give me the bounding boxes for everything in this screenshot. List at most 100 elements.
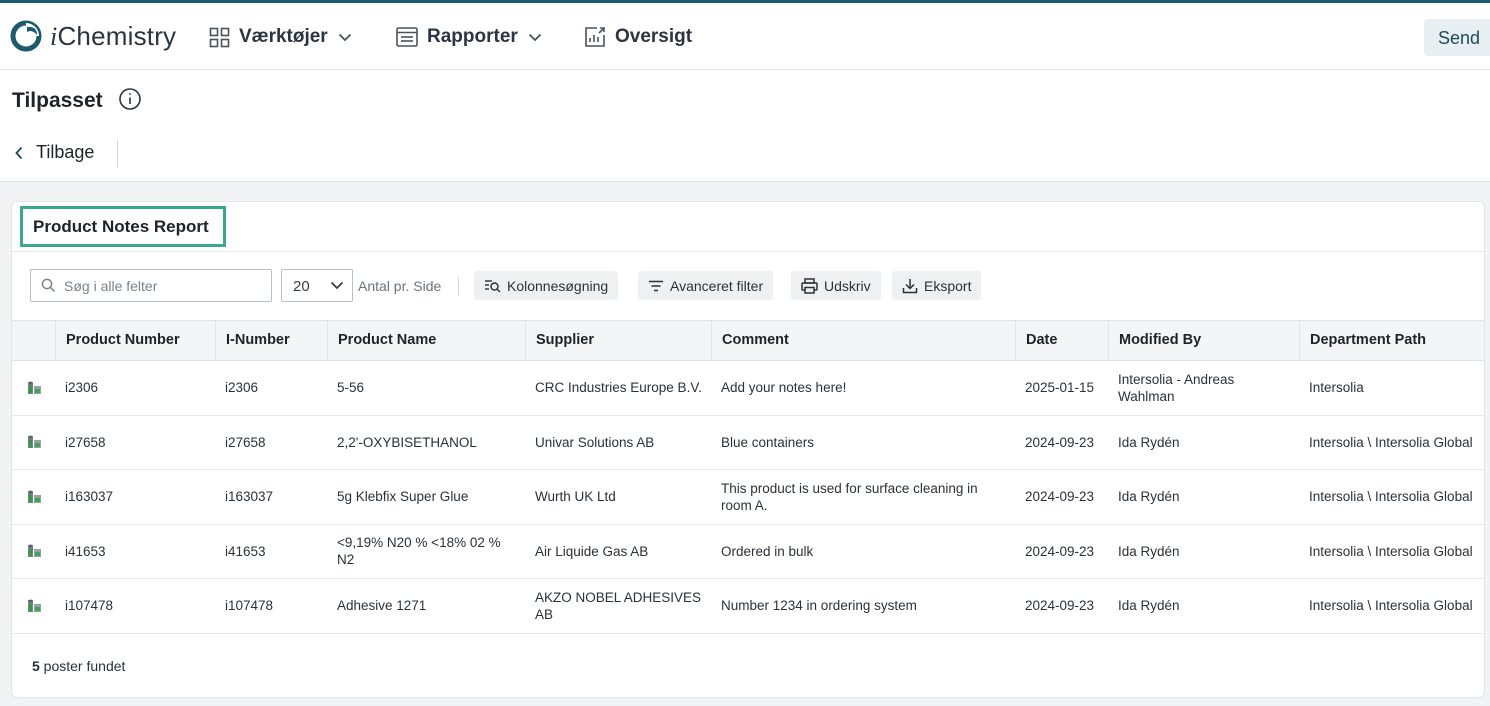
cell-date: 2024-09-23 [1025,489,1095,505]
nav-tools[interactable]: Værktøjer [209,23,352,51]
product-sheet-icon[interactable] [12,470,56,524]
header-comment[interactable]: Comment [712,321,1016,360]
cell-supplier: Air Liquide Gas AB [535,543,649,559]
header-department-path[interactable]: Department Path [1300,321,1484,360]
cell-product-name: 5-56 [337,380,365,396]
cell-comment: This product is used for surface cleanin… [721,480,978,513]
app-name: iChemistry [50,20,177,51]
page-size-select[interactable]: 20 [281,269,353,302]
back-label: Tilbage [36,142,95,162]
cell-i-number: i2306 [225,380,259,396]
cell-i-number: i41653 [225,543,266,559]
cell-department-path: Intersolia \ Intersolia Global [1309,543,1473,559]
cell-product-number: i107478 [65,598,114,614]
report-table: Product Number I-Number Product Name Sup… [12,320,1484,634]
cell-date: 2025-01-15 [1025,380,1095,396]
product-sheet-icon[interactable] [12,525,56,579]
divider [458,277,459,295]
table-row[interactable]: i107478 i107478 Adhesive 1271 AKZO NOBEL… [12,579,1484,634]
cell-i-number: i27658 [225,434,266,450]
cell-supplier: CRC Industries Europe B.V. [535,380,702,396]
search-input[interactable]: Søg i alle felter [30,269,272,302]
report-title: Product Notes Report [20,206,226,247]
header-i-number[interactable]: I-Number [216,321,328,360]
nav-tools-label: Værktøjer [239,26,328,47]
search-icon [41,278,56,293]
download-icon [902,278,918,293]
cell-supplier: AKZO NOBEL ADHESIVES AB [535,589,702,622]
ichemistry-logo-icon [10,20,42,52]
cell-product-number: i27658 [65,434,106,450]
header-supplier[interactable]: Supplier [526,321,712,360]
column-search-label: Kolonnesøgning [507,277,609,294]
product-sheet-icon[interactable] [12,361,56,415]
per-page-label: Antal pr. Side [358,278,442,294]
cell-product-name: Adhesive 1271 [337,598,427,614]
header-product-name[interactable]: Product Name [328,321,526,360]
page-header: Tilpasset Tilbage [0,71,1490,182]
filter-icon [649,280,663,291]
chevron-down-icon [338,33,351,41]
table-row[interactable]: i163037 i163037 5g Klebfix Super Glue Wu… [12,470,1484,525]
column-search-icon [485,279,501,292]
table-row[interactable]: i2306 i2306 5-56 CRC Industries Europe B… [12,361,1484,416]
chevron-down-icon [330,281,344,290]
cell-modified-by: Ida Rydén [1118,543,1180,559]
search-placeholder: Søg i alle felter [64,277,158,294]
records-found-count: 5 poster fundet [32,658,125,674]
print-label: Udskriv [824,277,871,294]
cell-department-path: Intersolia \ Intersolia Global [1309,434,1473,450]
cell-modified-by: Ida Rydén [1118,489,1180,505]
report-card: Product Notes Report Søg i alle felter 2… [11,201,1485,698]
cell-department-path: Intersolia \ Intersolia Global [1309,489,1473,505]
nav-overview[interactable]: Oversigt [584,23,692,51]
chevron-down-icon [528,33,541,41]
app-logo[interactable]: iChemistry [10,19,176,53]
cell-product-name: 2,2'-OXYBISETHANOL [337,434,477,450]
cell-date: 2024-09-23 [1025,598,1095,614]
cell-comment: Number 1234 in ordering system [721,598,917,614]
nav-reports[interactable]: Rapporter [396,23,542,51]
back-link[interactable]: Tilbage [14,142,94,163]
nav-reports-label: Rapporter [427,26,518,47]
cell-date: 2024-09-23 [1025,434,1095,450]
export-button[interactable]: Eksport [892,271,982,300]
export-label: Eksport [924,277,972,294]
report-icon [396,27,418,47]
cell-comment: Blue containers [721,434,815,450]
cell-modified-by: Intersolia - Andreas Wahlman [1118,371,1235,404]
advanced-filter-button[interactable]: Avanceret filter [638,271,774,300]
printer-icon [801,277,818,294]
top-navigation-bar: iChemistry Værktøjer Rapporter Oversigt … [0,3,1490,70]
divider [12,251,1484,252]
cell-product-number: i41653 [65,543,106,559]
cell-department-path: Intersolia \ Intersolia Global [1309,598,1473,614]
grid-icon [209,27,230,47]
cell-product-name: <9,19% N20 % <18% 02 % N2 [337,535,501,568]
chevron-left-icon [15,146,23,159]
cell-i-number: i163037 [225,489,274,505]
cell-supplier: Univar Solutions AB [535,434,655,450]
cell-comment: Add your notes here! [721,380,847,396]
header-date[interactable]: Date [1016,321,1109,360]
product-sheet-icon[interactable] [12,416,56,470]
cell-product-number: i163037 [65,489,114,505]
page-title: Tilpasset [12,89,103,112]
cell-supplier: Wurth UK Ltd [535,489,616,505]
product-sheet-icon[interactable] [12,579,56,633]
page-size-value: 20 [293,278,310,295]
cell-comment: Ordered in bulk [721,543,814,559]
header-product-number[interactable]: Product Number [56,321,216,360]
cell-i-number: i107478 [225,598,274,614]
nav-overview-label: Oversigt [615,26,693,47]
column-search-button[interactable]: Kolonnesøgning [474,271,619,300]
cell-modified-by: Ida Rydén [1118,434,1180,450]
header-modified-by[interactable]: Modified By [1109,321,1300,360]
divider [117,139,118,167]
table-row[interactable]: i41653 i41653 <9,19% N20 % <18% 02 % N2 … [12,525,1484,579]
info-icon[interactable] [118,87,142,111]
send-button[interactable]: Send [1424,19,1490,56]
advanced-filter-label: Avanceret filter [670,277,764,294]
print-button[interactable]: Udskriv [791,271,881,300]
table-row[interactable]: i27658 i27658 2,2'-OXYBISETHANOL Univar … [12,416,1484,470]
